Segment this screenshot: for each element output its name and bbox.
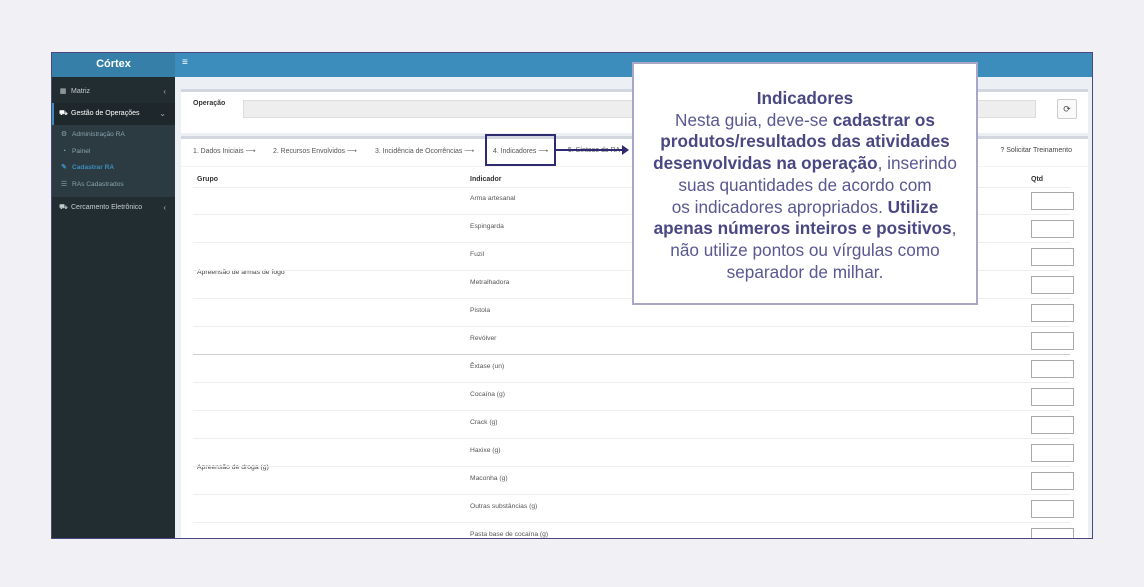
indicator-cell: Cocaína (g): [470, 391, 505, 398]
sidebar-item-ras-cadastrados[interactable]: ☰ RAs Cadastrados: [52, 177, 175, 194]
row-divider: [193, 438, 1070, 439]
quantity-input[interactable]: [1031, 360, 1074, 378]
indicator-cell: Fuzil: [470, 251, 485, 258]
refresh-button[interactable]: ⟳: [1057, 99, 1077, 119]
edit-icon: ✎: [61, 164, 67, 171]
tab-incidencia-ocorrencias[interactable]: 3. Incidência de Ocorrências ⟶: [375, 147, 474, 155]
brand-logo[interactable]: Córtex: [52, 53, 175, 77]
row-divider: [193, 326, 1070, 327]
request-training-link[interactable]: ? Solicitar Treinamento: [1000, 147, 1072, 154]
indicator-cell: Êxtase (un): [470, 363, 505, 370]
callout-text: não utilize pontos ou vírgulas como: [670, 239, 940, 260]
sidebar-submenu: ⚙ Administração RA ◔ Painel ✎ Cadastrar …: [52, 125, 175, 197]
callout-text: , inserindo: [877, 153, 957, 174]
callout-arrowhead: [622, 145, 629, 155]
indicator-cell: Maconha (g): [470, 475, 508, 482]
question-circle-icon: ?: [1000, 147, 1005, 154]
tutorial-callout: Indicadores Nesta guia, deve-se cadastra…: [632, 62, 978, 305]
row-divider: [193, 522, 1070, 523]
quantity-input[interactable]: [1031, 528, 1074, 538]
sidebar-item-cercamento-eletronico[interactable]: ⛟ Cercamento Eletrônico ‹: [52, 197, 175, 219]
callout-text: separador de milhar.: [726, 261, 884, 282]
calendar-icon: ▦: [59, 88, 67, 95]
sidebar-item-painel[interactable]: ◔ Painel: [52, 144, 175, 161]
indicator-cell: Arma artesanal: [470, 195, 516, 202]
chevron-left-icon: ‹: [163, 87, 166, 96]
group-divider: [193, 354, 1070, 355]
sidebar-item-label: Cercamento Eletrônico: [71, 204, 143, 211]
indicator-cell: Pasta base de cocaína (g): [470, 531, 549, 538]
quantity-input[interactable]: [1031, 500, 1074, 518]
callout-text: os indicadores apropriados.: [671, 196, 888, 217]
callout-arrow: [556, 149, 624, 151]
sidebar-item-label: Matriz: [71, 88, 91, 95]
sidebar: Córtex ▦ Matriz ‹ ⛟ Gestão de Operações …: [52, 53, 175, 538]
callout-text-bold: Utilize: [887, 196, 939, 217]
quantity-input[interactable]: [1031, 472, 1074, 490]
quantity-input[interactable]: [1031, 220, 1074, 238]
request-training-label: Solicitar Treinamento: [1006, 147, 1072, 154]
tab-dados-iniciais[interactable]: 1. Dados Iniciais ⟶: [193, 147, 255, 155]
indicator-cell: Revólver: [470, 335, 497, 342]
sidebar-item-cadastrar-ra[interactable]: ✎ Cadastrar RA: [52, 160, 175, 177]
chevron-down-icon: ⌄: [159, 109, 166, 118]
list-icon: ☰: [60, 180, 68, 188]
indicator-cell: Espingarda: [470, 223, 504, 230]
quantity-input[interactable]: [1031, 444, 1074, 462]
refresh-icon: ⟳: [1063, 104, 1071, 114]
quantity-input[interactable]: [1031, 304, 1074, 322]
operation-label: Operação: [193, 100, 226, 107]
callout-text-bold: produtos/resultados das atividades: [660, 131, 950, 152]
quantity-input[interactable]: [1031, 332, 1074, 350]
hamburger-menu-icon[interactable]: ≡: [182, 57, 188, 68]
chevron-left-icon: ‹: [163, 203, 166, 212]
quantity-input[interactable]: [1031, 248, 1074, 266]
column-header-qty: Qtd: [1031, 176, 1044, 183]
sidebar-item-label: Gestão de Operações: [71, 110, 140, 117]
indicator-cell: Metralhadora: [470, 279, 510, 286]
quantity-input[interactable]: [1031, 388, 1074, 406]
row-divider: [193, 494, 1070, 495]
callout-title: Indicadores: [756, 88, 854, 108]
sidebar-item-label: Painel: [72, 147, 91, 155]
active-tab-highlight: [485, 134, 556, 166]
cogs-icon: ⚙: [60, 131, 68, 138]
quantity-input[interactable]: [1031, 416, 1074, 434]
row-divider: [193, 382, 1070, 383]
callout-text-bold: desenvolvidas na operação: [653, 153, 878, 174]
sidebar-item-administracao-ra[interactable]: ⚙ Administração RA: [52, 127, 175, 144]
indicator-cell: Haxixe (g): [470, 447, 501, 454]
car-icon: ⛟: [59, 204, 68, 211]
sidebar-item-label: Administração RA: [72, 131, 125, 138]
indicator-cell: Crack (g): [470, 419, 498, 426]
quantity-input[interactable]: [1031, 276, 1074, 294]
indicator-cell: Pistola: [470, 307, 491, 314]
sidebar-item-gestao-operacoes[interactable]: ⛟ Gestão de Operações ⌄: [52, 103, 175, 125]
callout-text-bold: apenas números inteiros e positivos: [653, 218, 952, 239]
column-header-indicator: Indicador: [470, 176, 502, 183]
callout-text: ,: [951, 218, 957, 239]
tab-recursos-envolvidos[interactable]: 2. Recursos Envolvidos ⟶: [273, 147, 357, 155]
row-divider: [193, 466, 1070, 467]
callout-text: Nesta guia, deve-se: [675, 109, 833, 130]
sidebar-item-matriz[interactable]: ▦ Matriz ‹: [52, 81, 175, 103]
dashboard-icon: ◔: [61, 147, 67, 155]
callout-text: suas quantidades de acordo com: [678, 174, 932, 195]
callout-text-bold: cadastrar os: [832, 109, 935, 130]
car-icon: ⛟: [59, 110, 68, 117]
row-divider: [193, 410, 1070, 411]
quantity-input[interactable]: [1031, 192, 1074, 210]
indicator-cell: Outras substâncias (g): [470, 503, 538, 510]
column-header-group: Grupo: [197, 176, 218, 183]
sidebar-item-label: RAs Cadastrados: [72, 180, 124, 188]
sidebar-item-label: Cadastrar RA: [72, 164, 115, 171]
